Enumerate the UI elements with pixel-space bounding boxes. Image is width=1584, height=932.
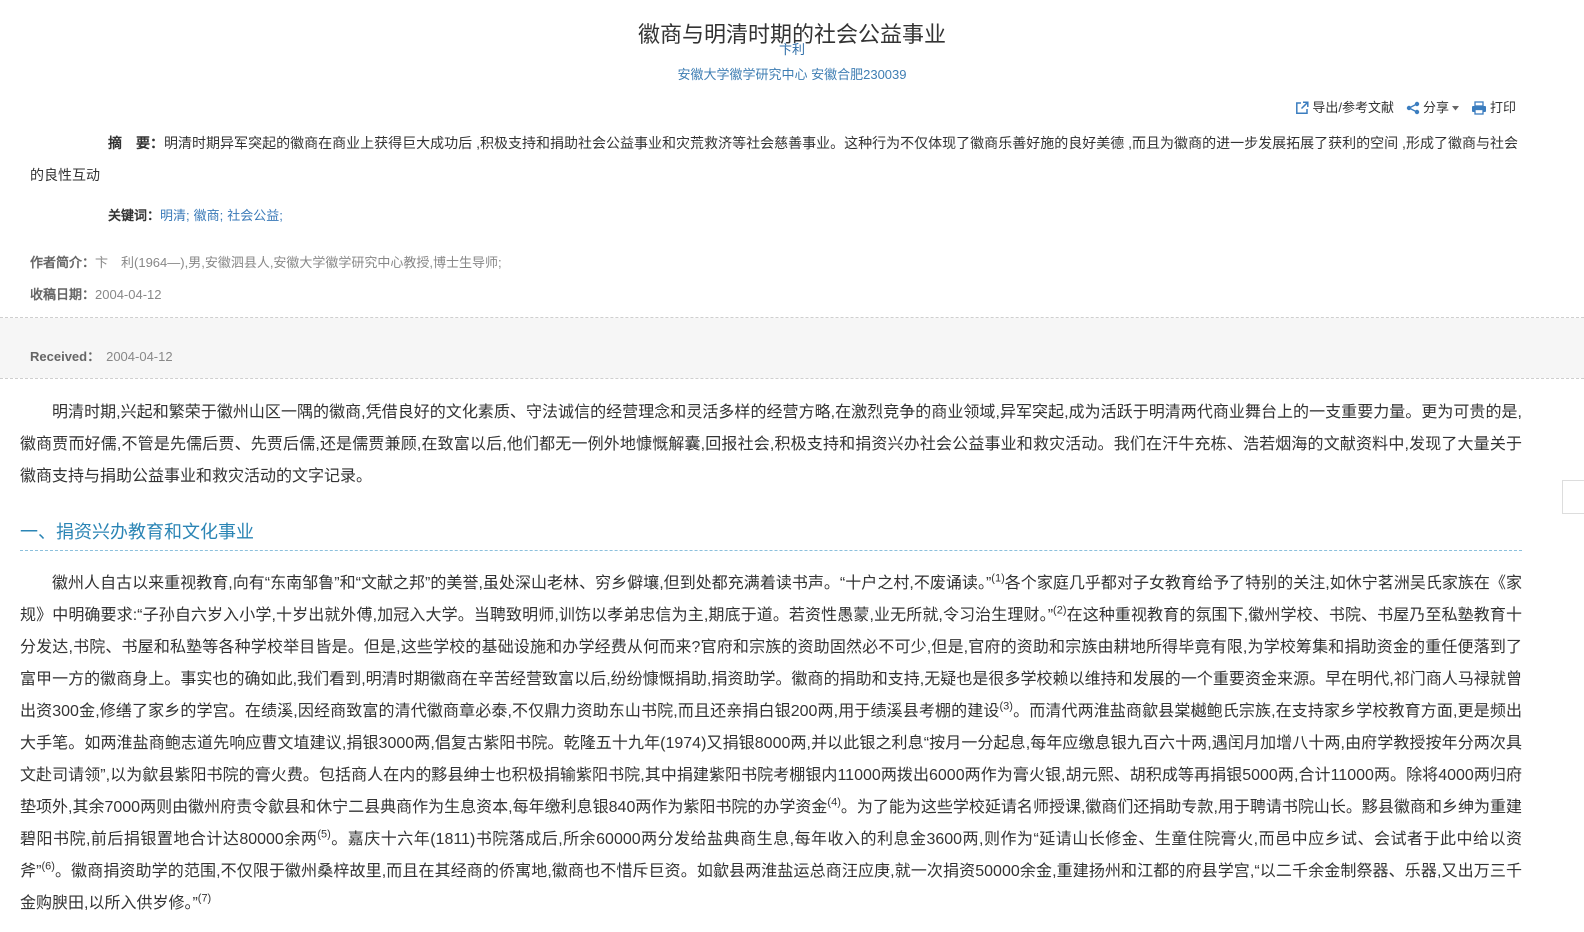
divider bbox=[0, 378, 1584, 379]
export-icon bbox=[1295, 101, 1309, 115]
keyword-link[interactable]: 徽商; bbox=[194, 208, 224, 223]
received-en-value: 2004-04-12 bbox=[106, 349, 173, 364]
export-label: 导出/参考文献 bbox=[1312, 100, 1394, 115]
side-float-tab[interactable] bbox=[1562, 480, 1584, 514]
share-label: 分享 bbox=[1422, 100, 1449, 115]
affiliation-link[interactable]: 安徽大学徽学研究中心 安徽合肥230039 bbox=[678, 67, 907, 82]
caret-down-icon bbox=[1451, 105, 1459, 111]
received-date-value: 2004-04-12 bbox=[95, 287, 162, 302]
footnote-ref[interactable]: (5) bbox=[317, 829, 330, 841]
footnote-ref[interactable]: (1) bbox=[991, 573, 1004, 585]
article-toolbar: 导出/参考文献 分享 打印 bbox=[1295, 100, 1516, 116]
printer-icon bbox=[1471, 101, 1487, 115]
received-band: Received： 2004-04-12 bbox=[0, 318, 1584, 378]
received-en-label: Received： bbox=[30, 349, 101, 364]
abstract: 摘 要：明清时期异军突起的徽商在商业上获得巨大成功后 ,积极支持和捐助社会公益事… bbox=[30, 127, 1518, 191]
intro-paragraph: 明清时期,兴起和繁荣于徽州山区一隅的徽商,凭借良好的文化素质、守法诚信的经营理念… bbox=[20, 404, 1522, 485]
footnote-ref[interactable]: (6) bbox=[41, 861, 54, 873]
affiliation-row: 安徽大学徽学研究中心 安徽合肥230039 bbox=[0, 67, 1584, 83]
footnote-ref[interactable]: (4) bbox=[827, 797, 840, 809]
footnote-ref[interactable]: (3) bbox=[1000, 701, 1013, 713]
author-intro-text: 卞 利(1964—),男,安徽泗县人,安徽大学徽学研究中心教授,博士生导师; bbox=[95, 255, 502, 270]
keywords-label: 关键词： bbox=[108, 208, 161, 223]
paragraph-text: 徽州人自古以来重视教育,向有“东南邹鲁”和“文献之邦”的美誉,虽处深山老林、穷乡… bbox=[52, 575, 992, 592]
paragraph-text: 。徽商捐资助学的范围,不仅限于徽州桑梓故里,而且在其经商的侨寓地,徽商也不惜斥巨… bbox=[20, 863, 1522, 912]
share-button[interactable]: 分享 bbox=[1406, 100, 1459, 116]
received-date-cn: 收稿日期：2004-04-12 bbox=[30, 287, 162, 303]
print-label: 打印 bbox=[1489, 100, 1516, 115]
article-body: 明清时期,兴起和繁荣于徽州山区一隅的徽商,凭借良好的文化素质、守法诚信的经营理念… bbox=[20, 397, 1522, 920]
section-heading: 一、捐资兴办教育和文化事业 bbox=[20, 518, 1522, 551]
abstract-text: 明清时期异军突起的徽商在商业上获得巨大成功后 ,积极支持和捐助社会公益事业和灾荒… bbox=[30, 135, 1518, 183]
keyword-link[interactable]: 社会公益; bbox=[227, 208, 283, 223]
keywords-row: 关键词：明清; 徽商; 社会公益; bbox=[108, 208, 287, 224]
received-date-label: 收稿日期： bbox=[30, 287, 96, 302]
print-button[interactable]: 打印 bbox=[1471, 100, 1516, 116]
export-button[interactable]: 导出/参考文献 bbox=[1295, 100, 1394, 116]
article-page: 徽商与明清时期的社会公益事业 卞利 安徽大学徽学研究中心 安徽合肥230039 … bbox=[0, 0, 1584, 932]
author-row: 卞利 bbox=[0, 42, 1584, 58]
footnote-ref[interactable]: (7) bbox=[198, 893, 211, 905]
footnote-ref[interactable]: (2) bbox=[1053, 605, 1066, 617]
keyword-link[interactable]: 明清; bbox=[160, 208, 190, 223]
section-1-paragraph: 徽州人自古以来重视教育,向有“东南邹鲁”和“文献之邦”的美誉,虽处深山老林、穷乡… bbox=[20, 568, 1522, 920]
received-date-en: Received： 2004-04-12 bbox=[30, 349, 173, 365]
share-icon bbox=[1406, 101, 1420, 115]
author-intro: 作者简介：卞 利(1964—),男,安徽泗县人,安徽大学徽学研究中心教授,博士生… bbox=[30, 255, 502, 271]
author-intro-label: 作者简介： bbox=[30, 255, 96, 270]
author-link[interactable]: 卞利 bbox=[779, 42, 805, 57]
abstract-label: 摘 要： bbox=[108, 135, 165, 151]
